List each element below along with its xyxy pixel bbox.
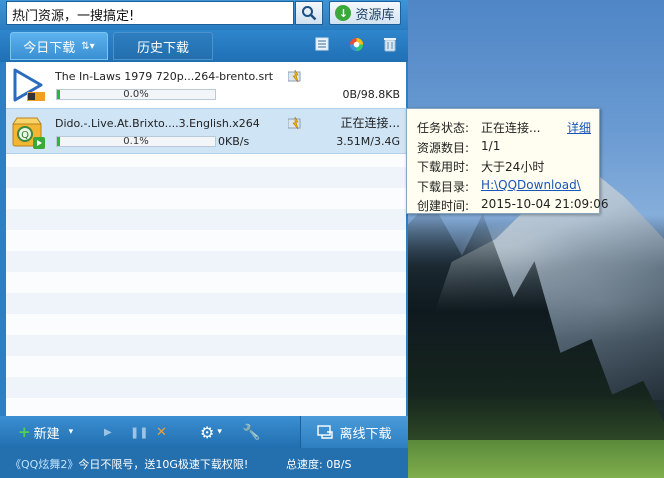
tooltip-row: 创建时间: 2015-10-04 21:09:06	[417, 197, 609, 214]
progress-text: 0.1%	[123, 136, 149, 147]
tooltip-row: 资源数目: 1/1	[417, 139, 500, 156]
delete-button[interactable]: ✕	[156, 416, 167, 448]
grass-image	[405, 440, 664, 478]
tooltip-label: 创建时间:	[417, 199, 470, 213]
tooltip-label: 任务状态:	[417, 121, 470, 135]
resource-flag-icon[interactable]	[288, 70, 302, 83]
tools-button[interactable]: 🔧	[242, 416, 261, 448]
play-icon: ▶	[104, 426, 112, 438]
plus-icon: +	[18, 423, 31, 441]
progress-text: 0.0%	[123, 89, 149, 100]
tooltip-row: 下载目录: H:\QQDownload\	[417, 178, 581, 195]
offline-download-icon	[317, 425, 334, 439]
progress-bar: 0.1%	[56, 136, 216, 147]
media-file-icon	[13, 68, 45, 102]
wrench-icon: 🔧	[242, 423, 261, 441]
tab-history-downloads[interactable]: 历史下载	[113, 32, 213, 60]
start-button[interactable]: ▶	[104, 416, 112, 448]
tooltip-label: 资源数目:	[417, 141, 470, 155]
delete-icon: ✕	[156, 424, 167, 440]
list-tools	[314, 36, 398, 52]
detail-link[interactable]: 详细	[567, 119, 591, 136]
tab-history-label: 历史下载	[136, 40, 189, 56]
video-file-icon: Q	[12, 117, 45, 149]
search-icon	[302, 6, 317, 21]
tooltip-label: 下载用时:	[417, 160, 470, 174]
file-name: The In-Laws 1979 720p...264-brento.srt	[55, 70, 274, 83]
status-bar: 《QQ炫舞2》今日不限号，送10G极速下载权限! 总速度: 0B/S	[0, 448, 408, 478]
tab-today-downloads[interactable]: 今日下载 ⇅▾	[10, 32, 108, 60]
chevron-down-icon: ▾	[68, 427, 74, 437]
promo-text: 今日不限号，送10G极速下载权限!	[78, 458, 249, 471]
resource-library-button[interactable]: ↓ 资源库	[329, 1, 401, 25]
offline-download-button[interactable]: 离线下载	[300, 416, 408, 448]
pause-icon: ❚❚	[130, 425, 149, 439]
recycle-bin-icon[interactable]	[382, 36, 398, 52]
download-item[interactable]: The In-Laws 1979 720p...264-brento.srt 0…	[6, 62, 406, 108]
search-input[interactable]: 热门资源，一搜搞定!	[6, 1, 294, 25]
tooltip-value: 2015-10-04 21:09:06	[481, 197, 609, 211]
new-task-label: 新建	[33, 426, 60, 442]
resource-library-label: 资源库	[355, 7, 395, 23]
tooltip-value: 大于24小时	[481, 160, 545, 174]
promo-link[interactable]: 《QQ炫舞2》今日不限号，送10G极速下载权限!	[10, 456, 248, 472]
promo-game: 《QQ炫舞2》	[10, 458, 79, 471]
tooltip-label: 下载目录:	[417, 180, 470, 194]
download-manager-window: 热门资源，一搜搞定! ↓ 资源库 今日下载 ⇅▾ 历史下载 The In-Law…	[0, 0, 408, 478]
task-status: 正在连接...	[340, 116, 400, 130]
gear-icon: ⚙	[200, 422, 215, 442]
tooltip-row: 任务状态: 正在连接...	[417, 119, 541, 136]
tooltip-row: 下载用时: 大于24小时	[417, 158, 544, 175]
tab-bar: 今日下载 ⇅▾ 历史下载	[0, 30, 408, 62]
file-size: 3.51M/3.4G	[336, 135, 400, 148]
download-speed: 0KB/s	[218, 135, 250, 148]
settings-button[interactable]: ⚙ ▾	[200, 416, 222, 448]
search-button[interactable]	[295, 1, 323, 25]
bottom-toolbar: + 新建 ▾ ▶ ❚❚ ✕ ⚙ ▾ 🔧 离线下载	[0, 416, 408, 448]
svg-text:Q: Q	[21, 130, 29, 141]
download-arrow-icon: ↓	[335, 5, 352, 21]
task-info-tooltip: 详细 任务状态: 正在连接... 资源数目: 1/1 下载用时: 大于24小时 …	[406, 108, 609, 214]
pause-button[interactable]: ❚❚	[130, 416, 148, 448]
file-name: Dido.-.Live.At.Brixto....3.English.x264	[55, 117, 260, 130]
download-item[interactable]: Q Dido.-.Live.At.Brixto....3.English.x26…	[6, 108, 406, 154]
download-list: The In-Laws 1979 720p...264-brento.srt 0…	[6, 62, 406, 416]
list-view-icon[interactable]	[314, 36, 330, 52]
tooltip-value: 1/1	[481, 139, 501, 153]
tab-today-label: 今日下载	[23, 40, 76, 56]
total-speed: 总速度: 0B/S	[286, 458, 352, 471]
search-bar: 热门资源，一搜搞定! ↓ 资源库	[0, 0, 408, 30]
progress-bar: 0.0%	[56, 89, 216, 100]
chevron-down-icon: ▾	[217, 427, 222, 437]
download-directory-link[interactable]: H:\QQDownload\	[481, 178, 581, 195]
file-size: 0B/98.8KB	[342, 88, 400, 101]
tooltip-value: 正在连接...	[481, 121, 541, 135]
new-task-button[interactable]: + 新建 ▾	[18, 416, 73, 448]
skin-color-icon[interactable]	[348, 36, 364, 52]
resource-flag-icon[interactable]	[288, 117, 302, 130]
offline-download-label: 离线下载	[339, 426, 392, 442]
sort-icon[interactable]: ⇅▾	[81, 41, 94, 52]
